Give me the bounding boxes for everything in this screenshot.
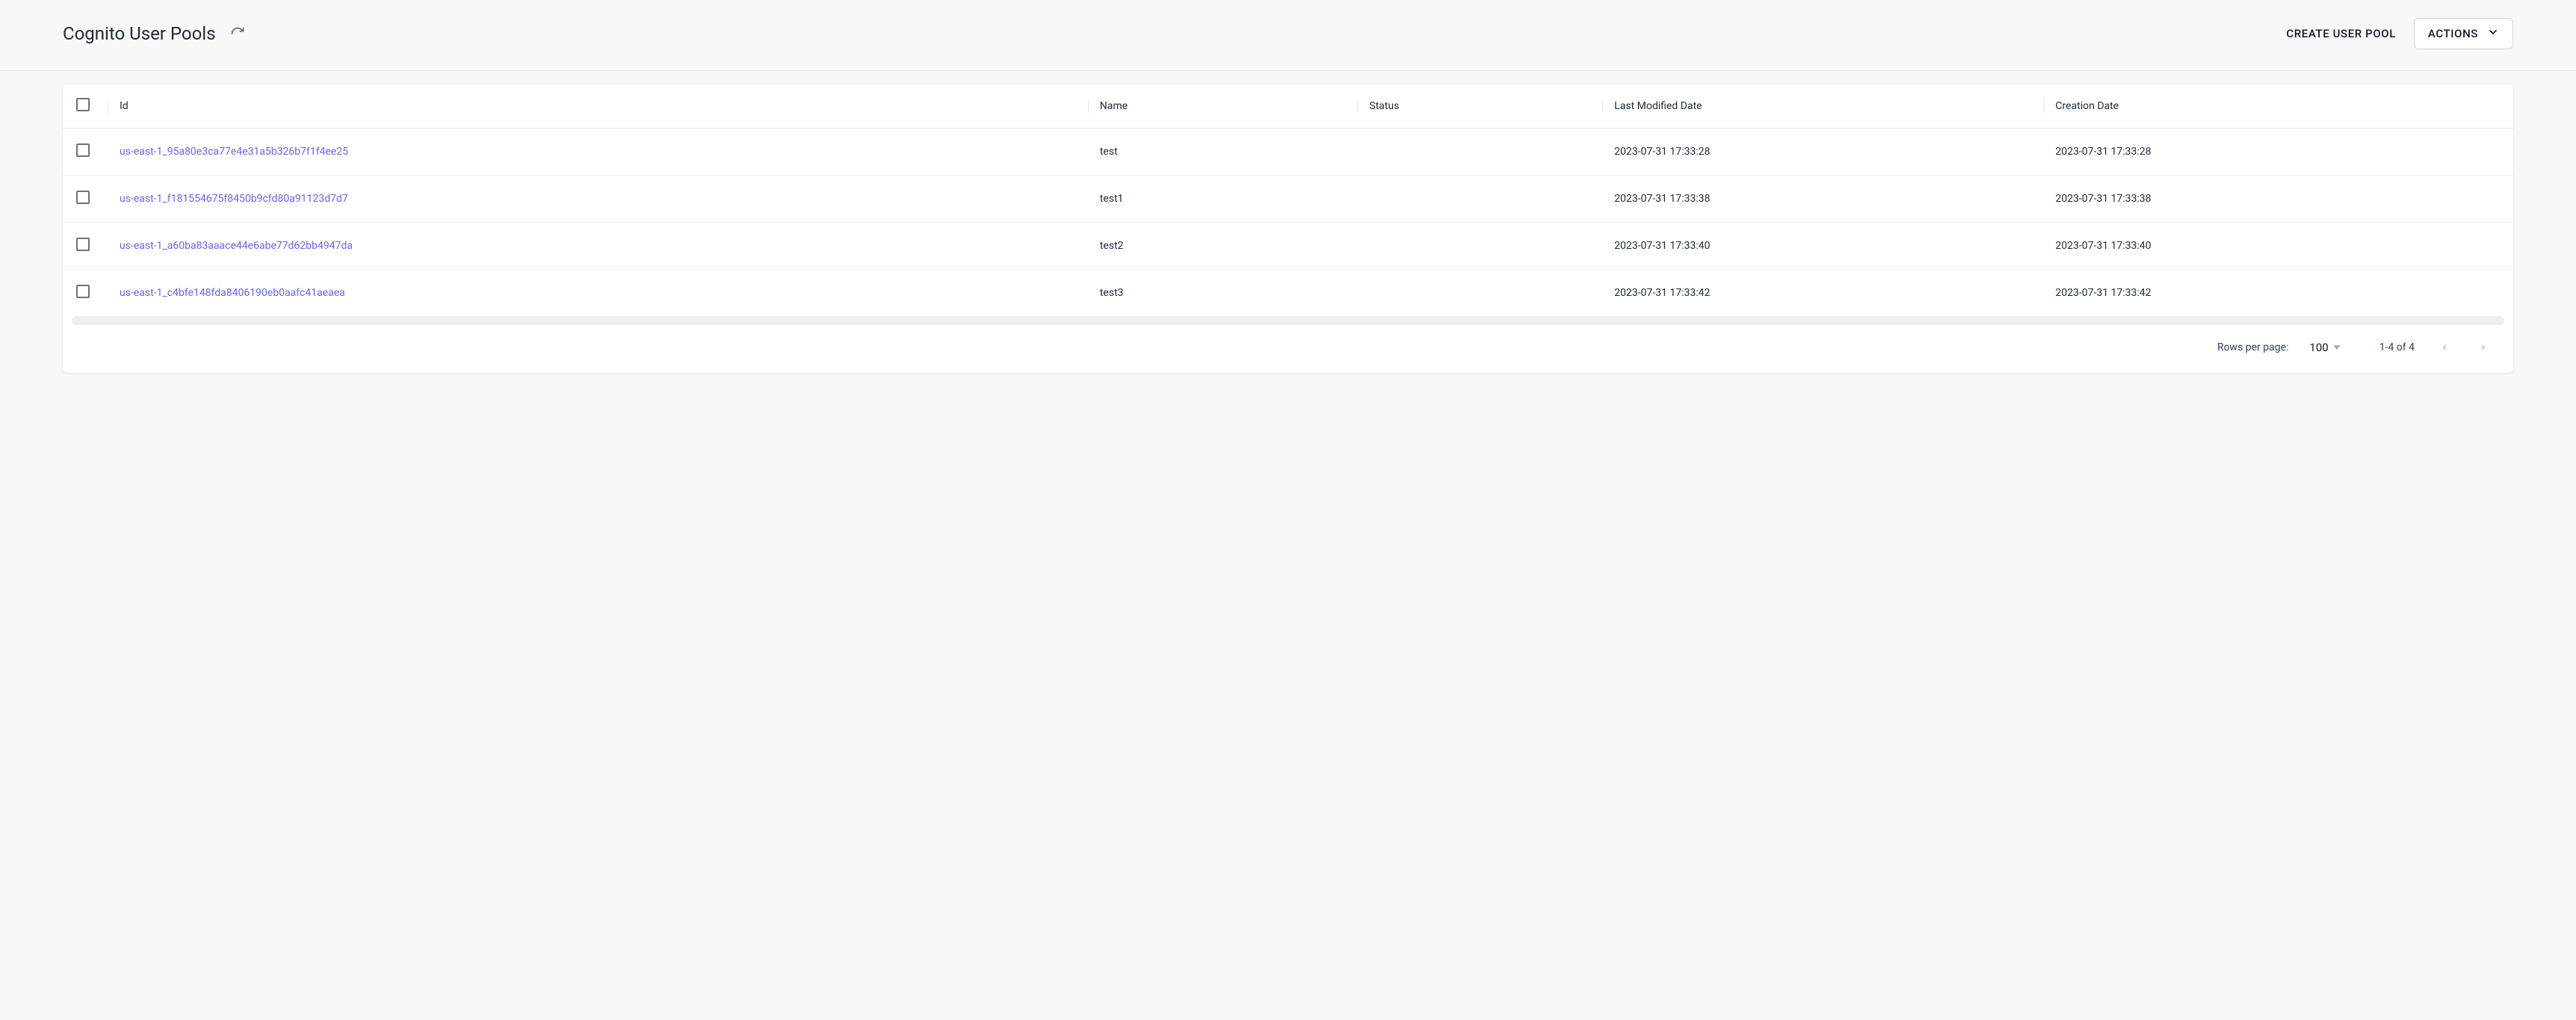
table-row: us-east-1_c4bfe148fda8406190eb0aafc41aea… — [63, 270, 2513, 317]
row-status-cell — [1357, 176, 1602, 223]
caret-down-icon — [2333, 345, 2341, 350]
column-header-creation-date[interactable]: Creation Date — [2043, 84, 2513, 129]
row-checkbox[interactable] — [76, 143, 90, 157]
row-creation-date-cell: 2023-07-31 17:33:40 — [2043, 223, 2513, 270]
row-name-cell: test — [1088, 129, 1358, 176]
column-header-status[interactable]: Status — [1357, 84, 1602, 129]
refresh-icon[interactable] — [229, 25, 247, 43]
user-pools-table: Id Name Status Last Modified Date — [63, 84, 2513, 316]
horizontal-scrollbar[interactable] — [72, 316, 2504, 325]
row-id-cell: us-east-1_c4bfe148fda8406190eb0aafc41aea… — [108, 270, 1088, 317]
row-status-cell — [1357, 270, 1602, 317]
next-page-button[interactable] — [2474, 339, 2492, 356]
column-label: Creation Date — [2055, 100, 2119, 112]
column-label: Id — [120, 100, 129, 112]
page-range-text: 1-4 of 4 — [2379, 341, 2415, 353]
table-row: us-east-1_a60ba83aaace44e6abe77d62bb4947… — [63, 223, 2513, 270]
row-last-modified-cell: 2023-07-31 17:33:38 — [1602, 176, 2043, 223]
row-name-cell: test3 — [1088, 270, 1358, 317]
column-header-id[interactable]: Id — [108, 84, 1088, 129]
user-pool-id-link[interactable]: us-east-1_95a80e3ca77e4e31a5b326b7f1f4ee… — [120, 146, 348, 158]
table-row: us-east-1_95a80e3ca77e4e31a5b326b7f1f4ee… — [63, 129, 2513, 176]
row-checkbox[interactable] — [76, 285, 90, 298]
header-left: Cognito User Pools — [63, 23, 247, 44]
row-status-cell — [1357, 223, 1602, 270]
user-pool-id-link[interactable]: us-east-1_a60ba83aaace44e6abe77d62bb4947… — [120, 240, 353, 252]
column-label: Last Modified Date — [1614, 100, 1702, 112]
content: Id Name Status Last Modified Date — [0, 71, 2576, 403]
column-divider — [1602, 99, 1603, 113]
column-header-checkbox — [63, 84, 108, 129]
row-creation-date-cell: 2023-07-31 17:33:38 — [2043, 176, 2513, 223]
create-user-pool-button[interactable]: CREATE USER POOL — [2286, 27, 2396, 40]
row-id-cell: us-east-1_f181554675f8450b9cfd80a91123d7… — [108, 176, 1088, 223]
actions-dropdown-button[interactable]: ACTIONS — [2414, 18, 2513, 49]
column-divider — [2043, 99, 2044, 113]
row-status-cell — [1357, 129, 1602, 176]
user-pools-table-card: Id Name Status Last Modified Date — [63, 84, 2513, 373]
row-checkbox-cell — [63, 270, 108, 317]
row-checkbox[interactable] — [76, 191, 90, 204]
user-pool-id-link[interactable]: us-east-1_f181554675f8450b9cfd80a91123d7… — [120, 193, 348, 205]
page-title: Cognito User Pools — [63, 23, 215, 44]
row-last-modified-cell: 2023-07-31 17:33:28 — [1602, 129, 2043, 176]
row-creation-date-cell: 2023-07-31 17:33:42 — [2043, 270, 2513, 317]
row-checkbox[interactable] — [76, 238, 90, 251]
column-header-name[interactable]: Name — [1088, 84, 1358, 129]
header-right: CREATE USER POOL ACTIONS — [2286, 18, 2513, 49]
rows-per-page-select[interactable]: 100 — [2309, 341, 2340, 354]
row-checkbox-cell — [63, 223, 108, 270]
select-all-checkbox[interactable] — [76, 98, 90, 111]
user-pool-id-link[interactable]: us-east-1_c4bfe148fda8406190eb0aafc41aea… — [120, 287, 345, 299]
column-divider — [1088, 99, 1089, 113]
column-label: Name — [1100, 100, 1128, 112]
row-checkbox-cell — [63, 176, 108, 223]
previous-page-button[interactable] — [2436, 339, 2453, 356]
row-id-cell: us-east-1_95a80e3ca77e4e31a5b326b7f1f4ee… — [108, 129, 1088, 176]
chevron-down-icon — [2487, 26, 2499, 41]
rows-per-page-label: Rows per page: — [2217, 341, 2288, 353]
row-checkbox-cell — [63, 129, 108, 176]
row-id-cell: us-east-1_a60ba83aaace44e6abe77d62bb4947… — [108, 223, 1088, 270]
rows-per-page-value: 100 — [2309, 341, 2328, 354]
pagination-bar: Rows per page: 100 1-4 of 4 — [63, 325, 2513, 373]
actions-label: ACTIONS — [2428, 27, 2478, 40]
row-name-cell: test2 — [1088, 223, 1358, 270]
row-name-cell: test1 — [1088, 176, 1358, 223]
column-divider — [1357, 99, 1358, 113]
row-last-modified-cell: 2023-07-31 17:33:42 — [1602, 270, 2043, 317]
page-header: Cognito User Pools CREATE USER POOL ACTI… — [0, 0, 2576, 71]
row-creation-date-cell: 2023-07-31 17:33:28 — [2043, 129, 2513, 176]
column-header-last-modified[interactable]: Last Modified Date — [1602, 84, 2043, 129]
column-label: Status — [1369, 100, 1399, 112]
table-row: us-east-1_f181554675f8450b9cfd80a91123d7… — [63, 176, 2513, 223]
row-last-modified-cell: 2023-07-31 17:33:40 — [1602, 223, 2043, 270]
